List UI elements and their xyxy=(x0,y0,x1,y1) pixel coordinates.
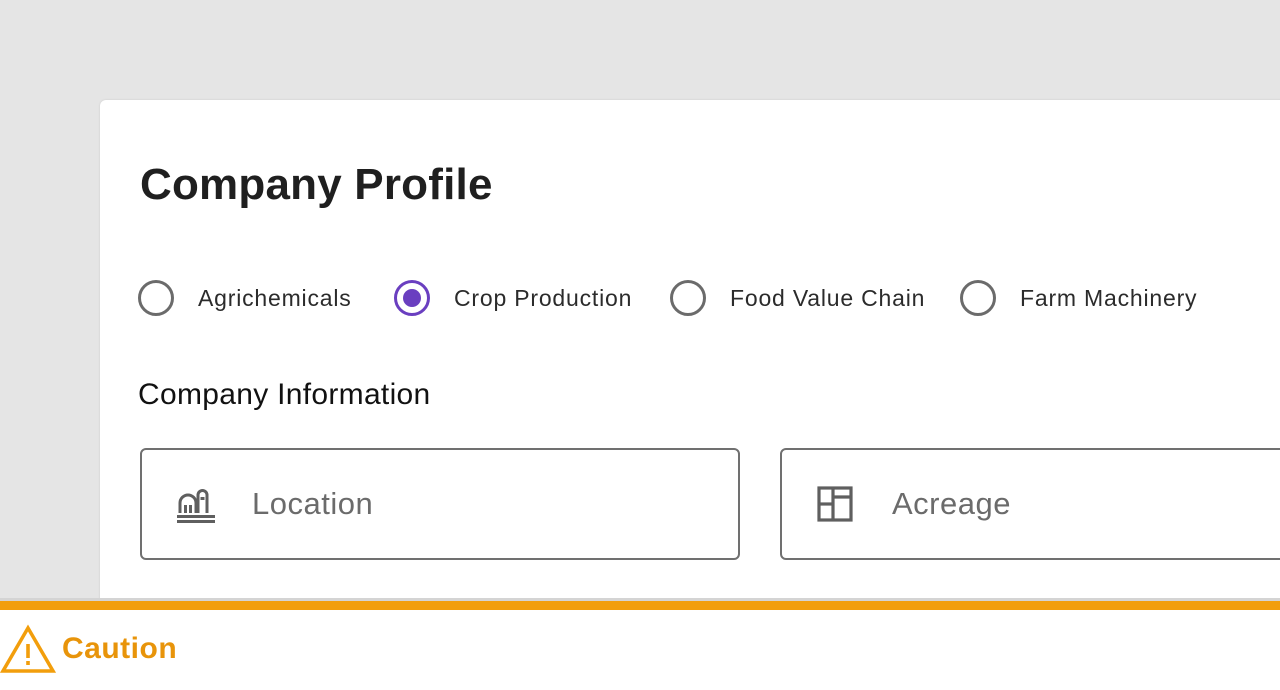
radio-button[interactable] xyxy=(670,280,706,316)
radio-button[interactable] xyxy=(394,280,430,316)
page: Company Profile Agrichemicals Crop Produ… xyxy=(0,0,1280,690)
location-input[interactable] xyxy=(250,485,674,523)
radio-crop-production[interactable]: Crop Production xyxy=(394,278,632,318)
section-heading-company-information: Company Information xyxy=(138,378,431,411)
radio-label: Crop Production xyxy=(454,284,633,311)
company-profile-card: Company Profile Agrichemicals Crop Produ… xyxy=(100,100,1280,620)
radio-farm-machinery[interactable]: Farm Machinery xyxy=(960,278,1197,318)
acreage-field[interactable] xyxy=(780,448,1280,560)
radio-button[interactable] xyxy=(960,280,996,316)
acreage-input[interactable] xyxy=(890,485,1280,523)
caution-label: Caution xyxy=(62,632,178,665)
radio-food-value-chain[interactable]: Food Value Chain xyxy=(670,278,925,318)
field-grid-icon xyxy=(817,486,853,522)
page-title: Company Profile xyxy=(140,160,493,209)
barn-icon xyxy=(177,489,215,523)
radio-agrichemicals[interactable]: Agrichemicals xyxy=(138,278,352,318)
caution-content: Caution xyxy=(0,624,177,674)
radio-label: Agrichemicals xyxy=(198,284,352,311)
radio-dot xyxy=(403,289,421,307)
warning-triangle-icon xyxy=(0,624,56,673)
caution-banner: Caution xyxy=(0,598,1280,690)
caution-stripe xyxy=(0,601,1280,610)
radio-label: Food Value Chain xyxy=(730,284,926,311)
radio-label: Farm Machinery xyxy=(1020,284,1198,311)
radio-button[interactable] xyxy=(138,280,174,316)
location-field[interactable] xyxy=(140,448,740,560)
